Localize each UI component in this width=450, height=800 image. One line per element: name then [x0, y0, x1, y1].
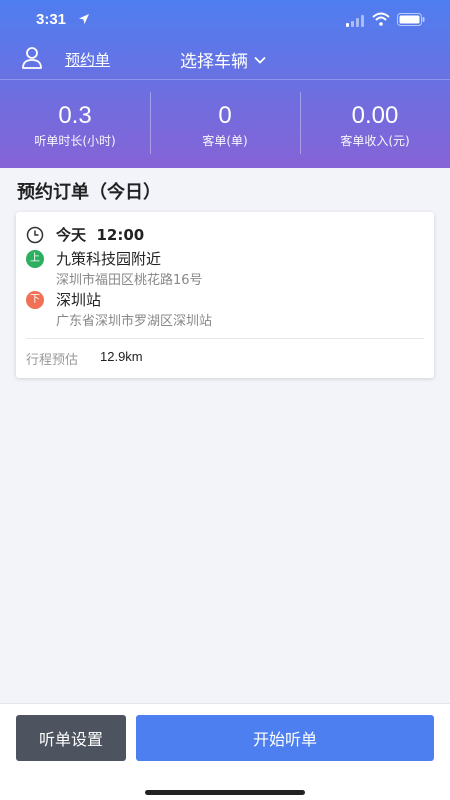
listen-settings-button[interactable]: 听单设置: [16, 715, 126, 761]
location-arrow-icon: [79, 14, 89, 24]
stat-label: 客单(单): [202, 134, 248, 148]
stat-label: 听单时长(小时): [34, 134, 116, 148]
status-time: 3:31: [36, 11, 67, 28]
home-indicator: [145, 790, 305, 795]
order-datetime: 今天 12:00: [56, 226, 145, 244]
battery-icon: [397, 13, 425, 26]
distance-value: 12.9km: [100, 349, 143, 364]
signal-icon: [346, 15, 364, 27]
stat-value: 0.3: [58, 102, 92, 129]
stat-value: 0.00: [351, 102, 399, 129]
wifi-icon: [372, 12, 390, 26]
header: 3:31 预约单 选择车辆 0.3 听单时长(小时) 0 客单(单) 0.00 …: [0, 0, 450, 168]
stat-order-income: 0.00 客单收入(元): [300, 92, 450, 156]
stats-panel: 0.3 听单时长(小时) 0 客单(单) 0.00 客单收入(元): [0, 92, 450, 156]
dropoff-name: 深圳站: [56, 291, 102, 309]
top-nav: 预约单 选择车辆: [0, 40, 450, 78]
distance-label: 行程预估: [26, 353, 79, 368]
clock-icon: [26, 226, 44, 244]
stat-listen-duration: 0.3 听单时长(小时): [0, 92, 150, 156]
card-divider: [26, 338, 424, 339]
status-bar: 3:31: [0, 0, 450, 40]
vehicle-select-label: 选择车辆: [180, 52, 248, 72]
nav-divider: [0, 79, 450, 80]
pickup-badge: 上: [26, 250, 44, 268]
order-card[interactable]: 今天 12:00 上 九策科技园附近 深圳市福田区桃花路16号 下 深圳站 广东…: [16, 212, 434, 378]
chevron-down-icon: [254, 56, 266, 64]
dropoff-badge: 下: [26, 291, 44, 309]
pickup-name: 九策科技园附近: [56, 250, 162, 268]
user-icon[interactable]: [21, 46, 43, 70]
vehicle-select[interactable]: 选择车辆: [180, 47, 266, 72]
stat-label: 客单收入(元): [340, 134, 410, 148]
stat-value: 0: [218, 102, 232, 129]
pickup-address: 深圳市福田区桃花路16号: [56, 273, 203, 288]
section-title: 预约订单（今日）: [17, 182, 161, 203]
start-listening-button[interactable]: 开始听单: [136, 715, 434, 761]
bottom-bar: 听单设置 开始听单: [0, 703, 450, 800]
stat-order-count: 0 客单(单): [150, 92, 300, 156]
dropoff-address: 广东省深圳市罗湖区深圳站: [56, 314, 213, 329]
reservation-orders-link[interactable]: 预约单: [65, 49, 110, 70]
